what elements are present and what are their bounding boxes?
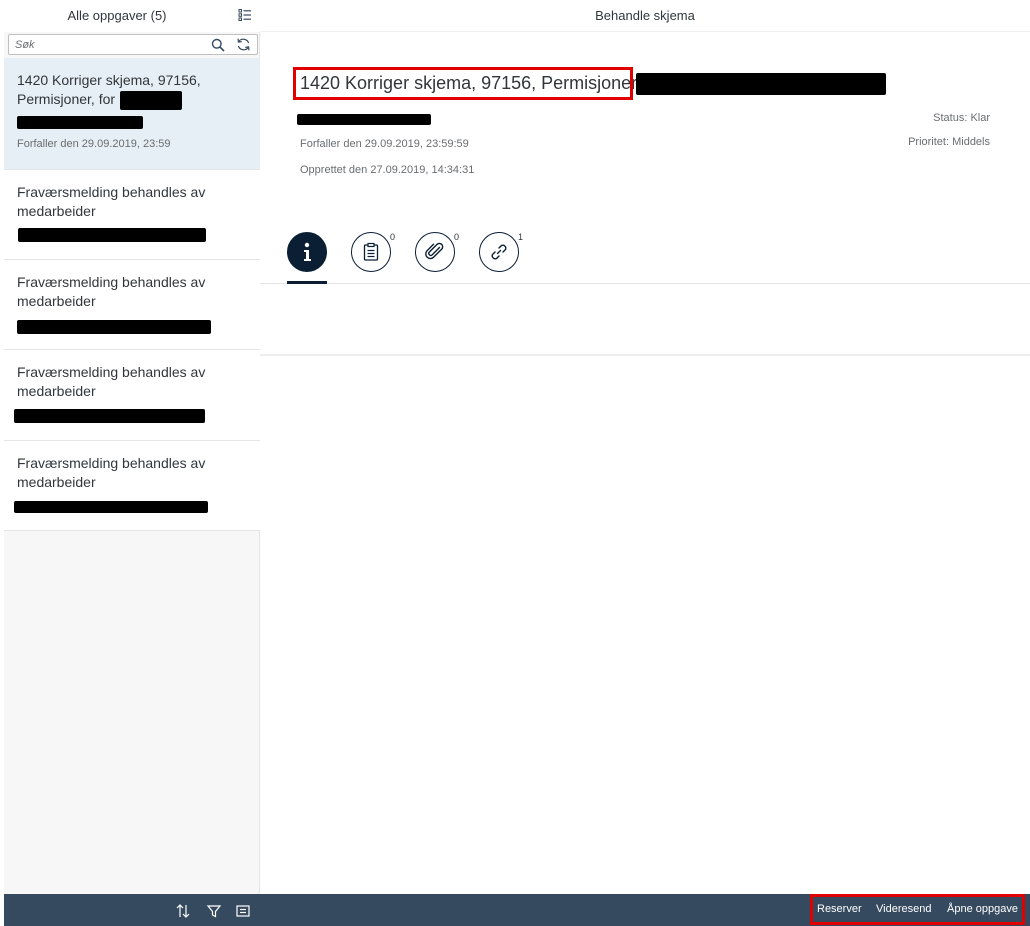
- highlight-box: [293, 67, 633, 100]
- redacted-block: [14, 409, 205, 423]
- list-item[interactable]: Fraværsmelding behandles av medarbeider: [4, 441, 260, 531]
- sort-icon[interactable]: [175, 903, 191, 919]
- redacted-block: [18, 228, 206, 242]
- icon-tab-bar: 0 0 1: [260, 220, 1030, 284]
- list-item-title: Fraværsmelding behandles av medarbeider: [17, 364, 206, 399]
- filter-icon[interactable]: [206, 903, 222, 919]
- tab-notes[interactable]: [351, 232, 391, 272]
- content-divider: [260, 354, 1030, 356]
- redacted-block: [17, 320, 211, 334]
- master-list-panel: Alle oppgaver (5) 1420 Korriger skjema, …: [4, 0, 260, 926]
- redacted-block: [120, 91, 182, 110]
- multi-select-icon[interactable]: [238, 8, 252, 22]
- highlight-box: [810, 894, 1025, 925]
- detail-header: Behandle skjema: [260, 0, 1030, 32]
- list-item[interactable]: Fraværsmelding behandles av medarbeider: [4, 170, 260, 260]
- notes-icon: [363, 242, 379, 261]
- redacted-block: [297, 114, 431, 125]
- links-count: 1: [518, 232, 524, 242]
- tab-links[interactable]: [479, 232, 519, 272]
- link-icon: [491, 244, 507, 260]
- created-date-attribute: Opprettet den 27.09.2019, 14:34:31: [300, 164, 475, 176]
- redacted-block: [14, 501, 208, 513]
- info-icon: [304, 242, 311, 261]
- search-field[interactable]: [8, 34, 258, 55]
- tab-attachments[interactable]: [415, 232, 455, 272]
- attachments-count: 0: [454, 232, 460, 242]
- list-item-due-date: Forfaller den 29.09.2019, 23:59: [17, 138, 171, 150]
- list-item-title: Fraværsmelding behandles av medarbeider: [17, 274, 206, 309]
- task-list: 1420 Korriger skjema, 97156, Permisjoner…: [4, 58, 260, 531]
- master-header: Alle oppgaver (5): [4, 0, 260, 32]
- list-item[interactable]: Fraværsmelding behandles av medarbeider: [4, 350, 260, 441]
- master-title: Alle oppgaver (5): [67, 8, 167, 23]
- search-input[interactable]: [15, 37, 195, 53]
- list-item-title: Fraværsmelding behandles av medarbeider: [17, 184, 206, 219]
- status-attribute: Status: Klar: [933, 112, 990, 124]
- detail-panel: Behandle skjema 1420 Korriger skjema, 97…: [260, 0, 1030, 926]
- search-icon[interactable]: [211, 38, 225, 52]
- tab-info[interactable]: [287, 232, 327, 272]
- group-icon[interactable]: [235, 903, 251, 919]
- refresh-icon[interactable]: [236, 37, 251, 52]
- list-item-title: Fraværsmelding behandles av medarbeider: [17, 455, 206, 490]
- due-date-attribute: Forfaller den 29.09.2019, 23:59:59: [300, 138, 469, 150]
- redacted-block: [636, 73, 886, 95]
- active-tab-indicator: [287, 281, 327, 284]
- list-item[interactable]: Fraværsmelding behandles av medarbeider: [4, 260, 260, 350]
- attachment-icon: [425, 242, 444, 260]
- notes-count: 0: [390, 232, 396, 242]
- redacted-block: [17, 116, 143, 129]
- master-footer-toolbar: [4, 894, 260, 926]
- list-item[interactable]: 1420 Korriger skjema, 97156, Permisjoner…: [4, 58, 260, 170]
- priority-attribute: Prioritet: Middels: [908, 136, 990, 148]
- detail-title: Behandle skjema: [595, 8, 695, 23]
